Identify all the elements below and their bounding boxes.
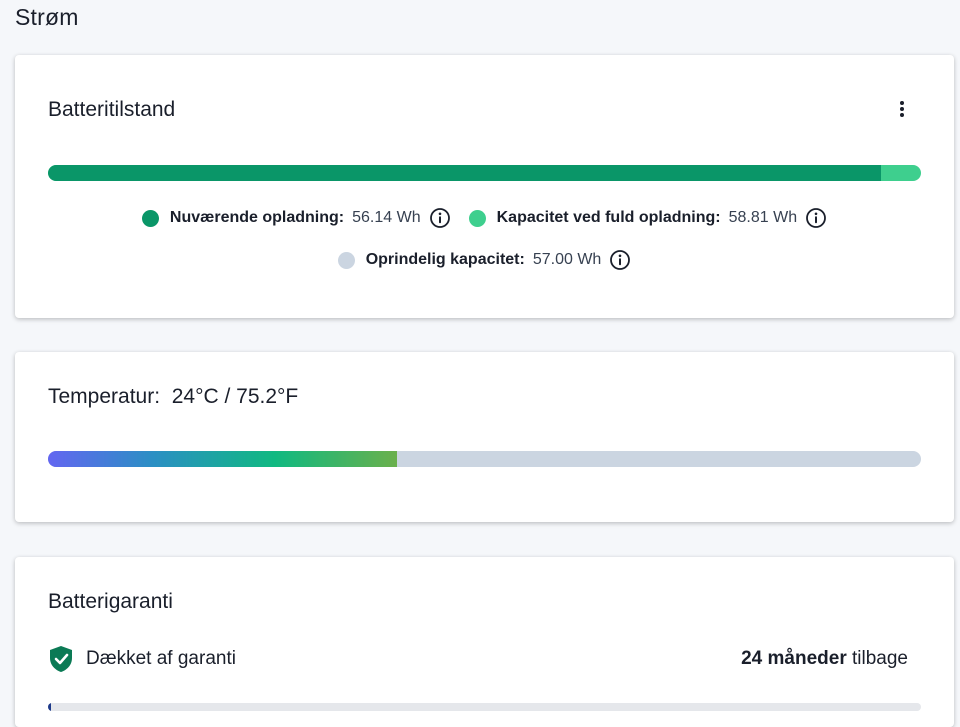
warranty-remaining-suffix: tilbage [846,648,908,669]
warranty-remaining: 24 måneder tilbage [741,648,908,670]
temperature-label: Temperatur: [48,385,161,408]
battery-health-card: Batteritilstand Nuværende opladning: 56.… [15,55,954,318]
battery-warranty-card: Batterigaranti Dækket af garanti 24 måne… [15,557,954,727]
shield-check-icon [48,645,74,673]
more-vertical-icon [900,101,904,117]
legend-value: 58.81 Wh [728,209,798,226]
battery-capacity-bar [48,165,921,181]
temperature-card: Temperatur: 24°C / 75.2°F [15,352,954,522]
warranty-heading: Batterigaranti [48,590,173,613]
temperature-bar [48,451,921,467]
battery-health-heading: Batteritilstand [48,98,176,121]
current-charge-fill [48,165,882,181]
legend-label: Kapacitet ved fuld opladning: [496,209,721,226]
info-icon[interactable] [805,207,827,229]
legend-item-original-capacity: Oprindelig kapacitet: 57.00 Wh [337,249,632,271]
battery-legend-row: Nuværende opladning: 56.14 Wh Kapacitet … [15,207,954,229]
legend-label: Oprindelig kapacitet: [365,251,525,268]
legend-value: 56.14 Wh [352,209,421,226]
warranty-progress-fill [48,703,51,711]
info-icon[interactable] [429,207,451,229]
more-options-button[interactable] [892,99,912,119]
legend-label: Nuværende opladning: [169,209,345,226]
temperature-fill [48,451,398,467]
original-capacity-dot [337,251,355,269]
warranty-progress-bar [48,703,921,711]
info-icon[interactable] [609,249,631,271]
battery-legend-row: Oprindelig kapacitet: 57.00 Wh [15,249,954,271]
current-charge-dot [141,209,159,227]
legend-item-full-capacity: Kapacitet ved fuld opladning: 58.81 Wh [468,207,828,229]
warranty-status-row: Dækket af garanti 24 måneder tilbage [48,645,908,673]
temperature-value: 24°C / 75.2°F [171,385,299,408]
page-title: Strøm [15,4,79,30]
legend-value: 57.00 Wh [532,251,602,268]
legend-item-current-charge: Nuværende opladning: 56.14 Wh [141,207,451,229]
full-capacity-dot [468,209,486,227]
temperature-heading: Temperatur: 24°C / 75.2°F [48,385,298,409]
warranty-status-text: Dækket af garanti [86,648,236,669]
warranty-remaining-months: 24 måneder [741,648,847,669]
